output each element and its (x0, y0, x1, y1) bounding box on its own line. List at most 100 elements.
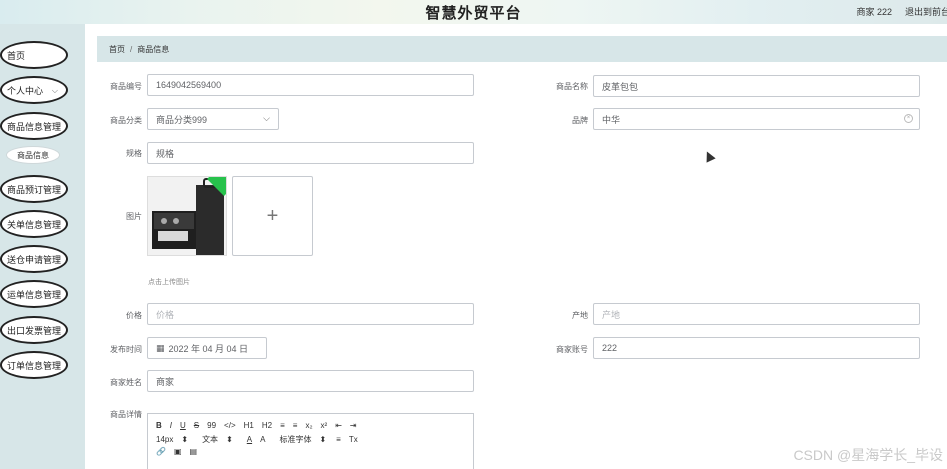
italic-button[interactable]: I (170, 421, 172, 430)
spec-label: 规格 (126, 149, 142, 158)
top-bar: 智慧外贸平台 商家 222 退出到前台 (0, 0, 947, 24)
sidebar-item-invoice[interactable]: 出口发票管理 (0, 316, 68, 344)
background-color-button[interactable]: A (260, 435, 265, 444)
h1-button[interactable]: H1 (244, 421, 254, 430)
editor-toolbar-row-1: B I U S 99 </> H1 H2 ≡ ≡ x₂ x² ⇤ ⇥ (156, 421, 365, 430)
sidebar-item-home[interactable]: 首页 (0, 41, 68, 69)
clear-format-button[interactable]: Tx (349, 435, 358, 444)
sidebar-item-warehouse[interactable]: 送仓申请管理 (0, 245, 68, 273)
chevron-down-icon: ⌵ (51, 86, 58, 95)
sidebar-item-product-info[interactable]: 商品信息管理 (0, 112, 68, 140)
sidebar-item-customs[interactable]: 关单信息管理 (0, 210, 68, 238)
bold-button[interactable]: B (156, 421, 162, 430)
breadcrumb-current: 商品信息 (137, 44, 170, 54)
origin-field[interactable]: 产地 (593, 303, 920, 325)
leather-case-image (148, 177, 226, 255)
category-label: 商品分类 (110, 116, 142, 125)
underline-button[interactable]: U (180, 421, 186, 430)
rich-text-editor[interactable]: B I U S 99 </> H1 H2 ≡ ≡ x₂ x² ⇤ ⇥ 14px … (147, 413, 474, 469)
sidebar-item-label: 首页 (7, 50, 26, 61)
sidebar-item-label: 商品预订管理 (7, 184, 62, 195)
font-size-select[interactable]: 14px (156, 435, 173, 444)
ordered-list-button[interactable]: ≡ (280, 421, 285, 430)
updown-icon: ⬍ (181, 435, 189, 444)
spec-value: 规格 (156, 148, 175, 159)
header-select[interactable]: 文本 (202, 434, 218, 445)
indent-button[interactable]: ⇥ (350, 421, 357, 430)
brand-value: 中华 (602, 114, 621, 125)
breadcrumb-separator: / (130, 44, 133, 54)
sidebar-item-waybill[interactable]: 运单信息管理 (0, 280, 68, 308)
details-label: 商品详情 (110, 410, 142, 419)
sidebar-item-label: 关单信息管理 (7, 219, 62, 230)
breadcrumb-home[interactable]: 首页 (109, 44, 125, 55)
product-name-field[interactable]: 皮革包包 (593, 75, 920, 97)
updown-icon: ⬍ (226, 435, 233, 444)
link-icon[interactable]: 🔗 (156, 447, 166, 456)
editor-toolbar-row-2: 14px ⬍ 文本 ⬍ A A 标准字体 ⬍ ≡ Tx (156, 434, 366, 445)
product-name-value: 皮革包包 (602, 81, 639, 92)
merchant-account-field[interactable]: 222 (593, 337, 920, 359)
sidebar-item-label: 出口发票管理 (7, 325, 62, 336)
merchant-account-value: 222 (602, 343, 618, 353)
product-image-thumbnail[interactable] (147, 176, 227, 256)
plus-icon: + (266, 204, 279, 227)
sidebar-item-label: 个人中心 (7, 85, 44, 96)
image-label: 图片 (126, 212, 142, 221)
sidebar-item-orders[interactable]: 订单信息管理 (0, 351, 68, 379)
spec-field[interactable]: 规格 (147, 142, 474, 164)
origin-placeholder: 产地 (602, 309, 621, 320)
publish-time-picker[interactable]: ▦ 2022 年 04 月 04 日 (147, 337, 267, 359)
sidebar-item-product-booking[interactable]: 商品预订管理 (0, 175, 68, 203)
font-family-select[interactable]: 标准字体 (279, 434, 311, 445)
publish-time-label: 发布时间 (110, 345, 142, 354)
sidebar-item-personal-center[interactable]: 个人中心 ⌵ (0, 76, 68, 104)
align-button[interactable]: ≡ (336, 435, 341, 444)
category-select[interactable]: 商品分类999 ⌵ (147, 108, 279, 130)
calendar-icon: ▦ (156, 342, 165, 353)
sidebar-item-label: 运单信息管理 (7, 289, 62, 300)
product-no-field[interactable]: 1649042569400 (147, 74, 474, 96)
image-upload-button[interactable]: + (232, 176, 313, 256)
price-label: 价格 (126, 311, 142, 320)
merchant-name-label: 商家姓名 (110, 378, 142, 387)
sidebar-subitem-product-info[interactable]: 商品信息 (6, 146, 60, 164)
watermark: CSDN @星海学长_毕设 (793, 447, 943, 463)
sidebar: 首页 个人中心 ⌵ 商品信息管理 商品信息 商品预订管理 关单信息管理 送仓申请管… (0, 24, 85, 469)
chevron-down-icon: ⌵ (263, 113, 270, 123)
editor-toolbar-row-3: 🔗 ▣ ▤ (156, 447, 205, 456)
merchant-name-field[interactable]: 商家 (147, 370, 474, 392)
superscript-button[interactable]: x² (321, 421, 328, 430)
updown-icon: ⬍ (319, 435, 327, 444)
current-user: 商家 222 (856, 7, 892, 17)
product-name-label: 商品名称 (556, 82, 588, 91)
logout-link[interactable]: 退出到前台 (905, 5, 947, 18)
product-no-label: 商品编号 (110, 82, 142, 91)
upload-hint: 点击上传图片 (148, 279, 190, 286)
code-button[interactable]: </> (224, 421, 236, 430)
sidebar-item-label: 商品信息管理 (7, 121, 62, 132)
category-value: 商品分类999 (156, 114, 208, 125)
font-color-button[interactable]: A (247, 435, 252, 444)
price-field[interactable]: 价格 (147, 303, 474, 325)
sidebar-item-label: 订单信息管理 (7, 360, 62, 371)
submenu-label: 商品信息 (17, 150, 49, 160)
blockquote-button[interactable]: 99 (207, 421, 216, 430)
price-placeholder: 价格 (156, 309, 175, 320)
bullet-list-button[interactable]: ≡ (293, 421, 298, 430)
subscript-button[interactable]: x₂ (305, 421, 312, 430)
breadcrumb: 首页 / 商品信息 (97, 36, 947, 62)
outdent-button[interactable]: ⇤ (335, 421, 342, 430)
brand-label: 品牌 (572, 116, 588, 125)
strike-button[interactable]: S (194, 421, 199, 430)
merchant-account-label: 商家账号 (556, 345, 588, 354)
merchant-name-value: 商家 (156, 376, 175, 387)
clear-icon[interactable]: × (904, 114, 913, 123)
origin-label: 产地 (572, 311, 588, 320)
publish-time-value: 2022 年 04 月 04 日 (168, 343, 249, 354)
video-icon[interactable]: ▤ (190, 447, 198, 456)
h2-button[interactable]: H2 (262, 421, 272, 430)
brand-field[interactable]: 中华 × (593, 108, 920, 130)
image-icon[interactable]: ▣ (174, 447, 182, 456)
app-title: 智慧外贸平台 (425, 5, 522, 22)
